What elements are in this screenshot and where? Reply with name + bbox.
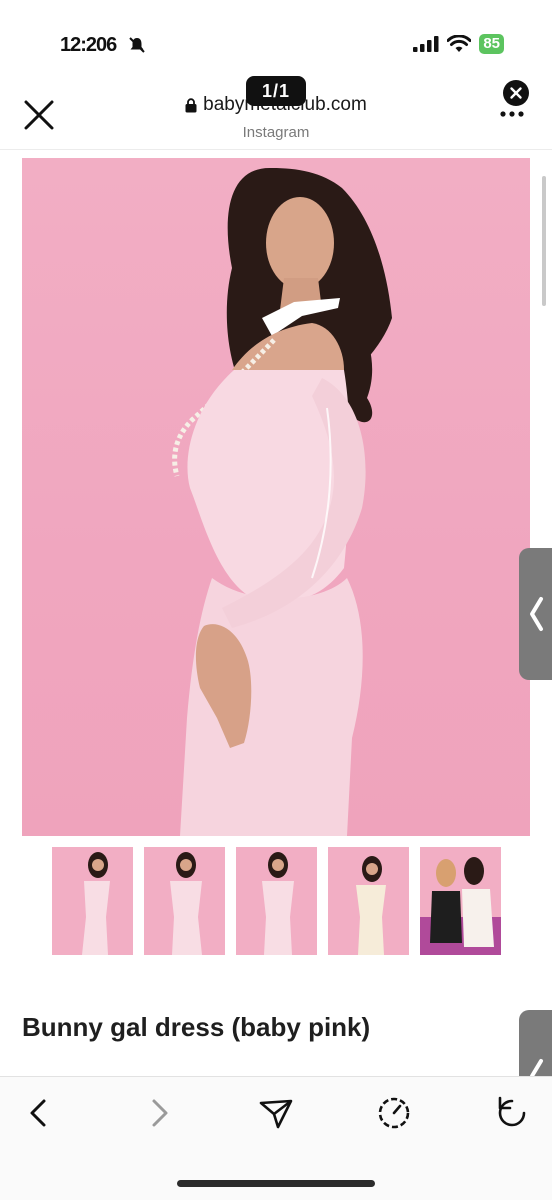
bell-slash-icon — [129, 37, 145, 53]
more-icon[interactable] — [500, 110, 524, 118]
thumbnail-image — [356, 856, 386, 955]
page-indicator: 1/1 — [246, 76, 306, 106]
status-icons: 85 — [413, 34, 504, 54]
dismiss-button[interactable] — [503, 80, 529, 106]
lock-icon — [185, 97, 197, 112]
cellular-signal-icon — [413, 36, 439, 52]
dismiss-icon — [510, 87, 522, 99]
status-time: 12:206 — [60, 34, 117, 56]
source-label: Instagram — [242, 123, 310, 141]
thumbnail-5[interactable] — [420, 847, 501, 955]
thumbnail-4[interactable] — [328, 847, 409, 955]
side-panel-tab-upper[interactable] — [519, 548, 552, 680]
refresh-icon[interactable] — [492, 1095, 532, 1131]
thumbnail-3[interactable] — [236, 847, 317, 955]
wifi-icon — [447, 35, 472, 52]
product-title: Bunny gal dress (baby pink) — [22, 1012, 371, 1042]
thumbnail-image — [420, 857, 501, 955]
forward-icon[interactable] — [138, 1095, 178, 1131]
battery-icon: 85 — [479, 34, 504, 54]
home-indicator[interactable] — [177, 1180, 375, 1187]
thumbnail-image — [262, 852, 294, 955]
thumbnail-strip — [52, 847, 501, 955]
scrollbar[interactable] — [542, 176, 546, 306]
product-main-image[interactable] — [22, 158, 530, 836]
back-icon[interactable] — [20, 1095, 60, 1131]
history-icon[interactable] — [374, 1095, 414, 1131]
thumbnail-2[interactable] — [144, 847, 225, 955]
thumbnail-1[interactable] — [52, 847, 133, 955]
chevron-left-icon — [530, 597, 543, 631]
share-icon[interactable] — [256, 1095, 296, 1131]
status-bar: 12:206 85 — [0, 0, 552, 78]
thumbnail-image — [170, 852, 202, 955]
thumbnail-image — [82, 852, 110, 955]
model-photo — [172, 167, 392, 836]
